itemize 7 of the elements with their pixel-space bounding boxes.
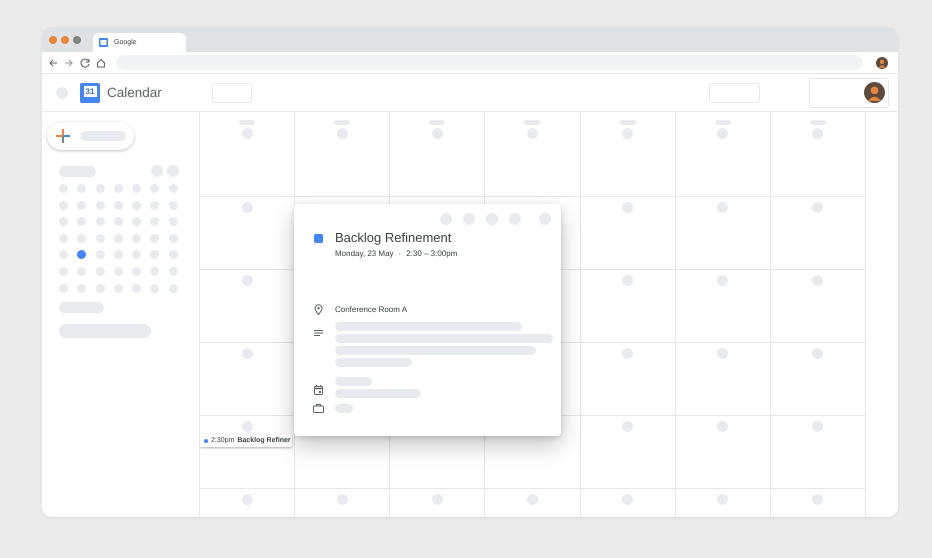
event-date: Monday, 23 May [335, 249, 394, 258]
app-title: Calendar [107, 85, 162, 100]
event-title: Backlog Refinement [335, 230, 452, 245]
logo-date: 31 [84, 86, 96, 96]
event-time: 2:30 – 3:00pm [406, 249, 458, 258]
event-location: Conference Room A [335, 305, 408, 314]
separator-dot: · [398, 249, 402, 258]
